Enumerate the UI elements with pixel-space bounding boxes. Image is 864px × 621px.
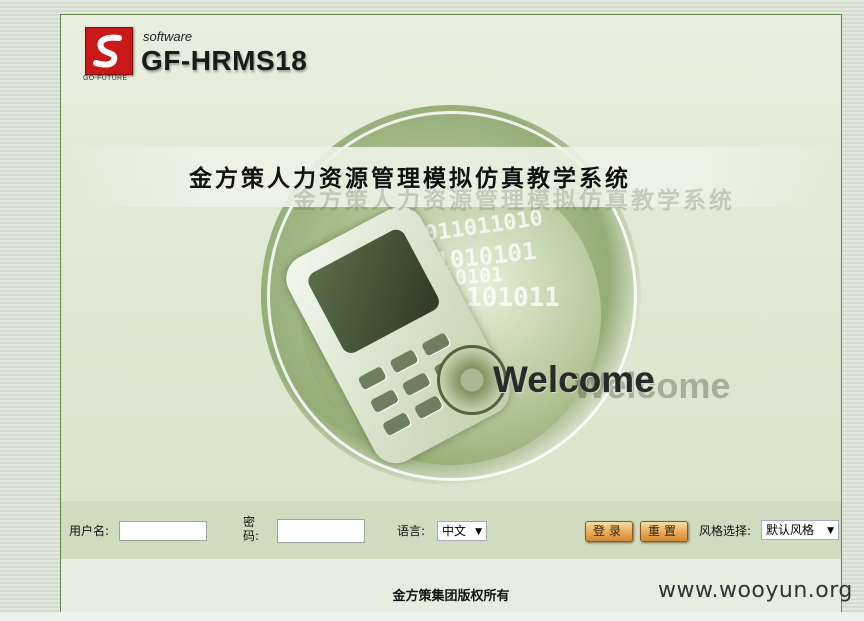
- language-select-value: 中文: [442, 524, 467, 538]
- style-select[interactable]: 默认风格 ▼: [761, 520, 839, 540]
- password-label: 密码:: [243, 515, 260, 543]
- software-label: software: [143, 29, 193, 44]
- login-button[interactable]: 登录: [585, 521, 633, 542]
- go-future-logo-icon: [85, 27, 133, 75]
- username-label: 用户名:: [69, 524, 110, 538]
- reset-button[interactable]: 重置: [640, 521, 688, 542]
- login-form-bar: 用户名: 密码: 语言: 中文 ▼ 登录 重置 风格选择: 默认风格 ▼: [61, 501, 841, 559]
- system-title: 金方策人力资源管理模拟仿真教学系统: [189, 166, 631, 192]
- login-page-frame: GO-FUTURE software GF-HRMS18 1011011010 …: [60, 14, 842, 616]
- logo-caption: GO-FUTURE: [83, 75, 128, 82]
- language-select[interactable]: 中文 ▼: [437, 521, 487, 541]
- bottom-strip: [0, 612, 864, 621]
- style-label: 风格选择:: [699, 524, 752, 538]
- language-label: 语言:: [397, 524, 426, 538]
- chevron-down-icon: ▼: [475, 527, 482, 537]
- username-input[interactable]: [119, 521, 207, 541]
- watermark-text: www.wooyun.org: [658, 578, 853, 603]
- password-input[interactable]: [277, 519, 365, 543]
- style-select-value: 默认风格: [766, 523, 815, 537]
- chevron-down-icon: ▼: [827, 526, 834, 536]
- product-name: GF-HRMS18: [141, 45, 308, 76]
- welcome-text: Welcome: [493, 359, 655, 400]
